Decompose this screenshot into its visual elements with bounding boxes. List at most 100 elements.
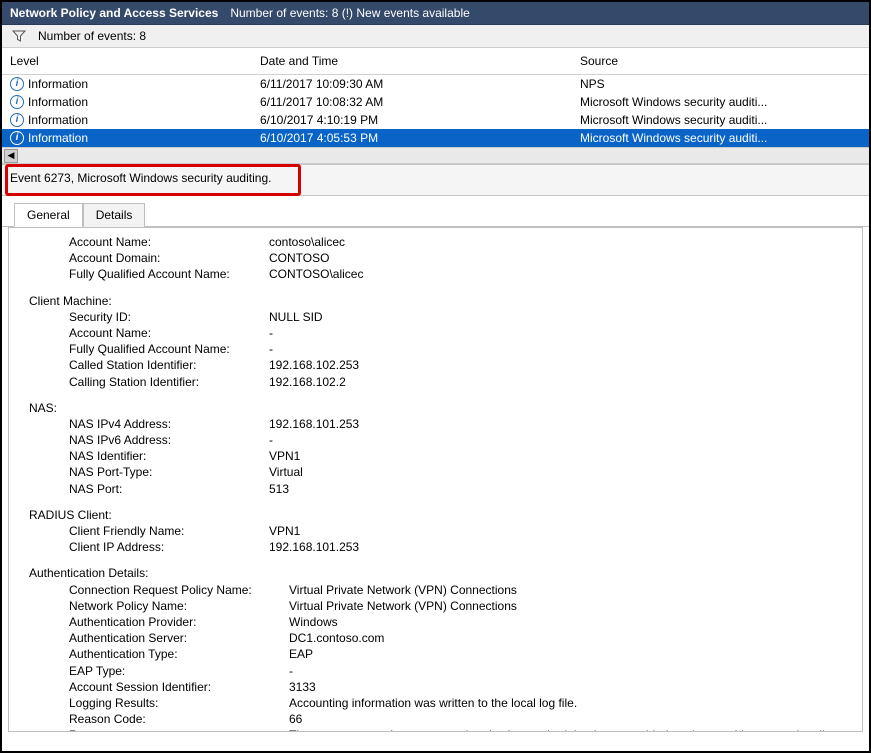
detail-row: Connection Request Policy Name:Virtual P… <box>29 582 842 598</box>
detail-row: Network Policy Name:Virtual Private Netw… <box>29 598 842 614</box>
detail-row: Client IP Address:192.168.101.253 <box>29 539 842 555</box>
col-header-level[interactable]: Level <box>10 54 260 68</box>
detail-key: EAP Type: <box>69 663 289 679</box>
detail-row: Account Name:- <box>29 325 842 341</box>
detail-value: DC1.contoso.com <box>289 630 842 646</box>
detail-row: Security ID:NULL SID <box>29 309 842 325</box>
detail-row: NAS IPv6 Address:- <box>29 432 842 448</box>
detail-row: Authentication Server:DC1.contoso.com <box>29 630 842 646</box>
detail-key: Client Friendly Name: <box>69 523 269 539</box>
detail-row: Fully Qualified Account Name:CONTOSO\ali… <box>29 266 842 282</box>
section-auth: Authentication Details: <box>29 565 842 581</box>
detail-key: Authentication Server: <box>69 630 289 646</box>
detail-key: Logging Results: <box>69 695 289 711</box>
detail-row: Client Friendly Name:VPN1 <box>29 523 842 539</box>
detail-row: NAS Identifier:VPN1 <box>29 448 842 464</box>
detail-row: Account Domain:CONTOSO <box>29 250 842 266</box>
detail-key: NAS Port: <box>69 481 269 497</box>
detail-key: Account Domain: <box>69 250 269 266</box>
cell-source: Microsoft Windows security auditi... <box>580 95 861 109</box>
events-grid: Level Date and Time Source iInformation6… <box>2 48 869 164</box>
detail-value: EAP <box>289 646 842 662</box>
detail-row: Reason:The user attempted to use an auth… <box>29 727 842 732</box>
section-nas: NAS: <box>29 400 842 416</box>
section-radius: RADIUS Client: <box>29 507 842 523</box>
info-icon: i <box>10 77 24 91</box>
cell-source: NPS <box>580 77 861 91</box>
horizontal-scrollbar[interactable]: ◀ <box>2 147 869 163</box>
detail-row: Called Station Identifier:192.168.102.25… <box>29 357 842 373</box>
cell-source: Microsoft Windows security auditi... <box>580 131 861 145</box>
detail-key: Account Name: <box>69 234 269 250</box>
table-row[interactable]: i Information 6/11/2017 10:09:30 AMNPS <box>2 75 869 93</box>
title-bar: Network Policy and Access Services Numbe… <box>2 2 869 25</box>
table-row[interactable]: iInformation6/11/2017 10:08:32 AMMicroso… <box>2 93 869 111</box>
detail-value: Virtual <box>269 464 842 480</box>
detail-value: Virtual Private Network (VPN) Connection… <box>289 582 842 598</box>
cell-date: 6/11/2017 10:09:30 AM <box>260 77 580 91</box>
event-details-pane[interactable]: Account Name:contoso\alicecAccount Domai… <box>8 227 863 732</box>
detail-row: Account Name:contoso\alicec <box>29 234 842 250</box>
detail-value: 513 <box>269 481 842 497</box>
cell-level: Information <box>28 77 88 91</box>
event-count-label: Number of events: 8 <box>38 29 146 43</box>
detail-value: - <box>269 432 842 448</box>
detail-key: Fully Qualified Account Name: <box>69 341 269 357</box>
detail-row: Reason Code:66 <box>29 711 842 727</box>
col-header-source[interactable]: Source <box>580 54 861 68</box>
tab-details[interactable]: Details <box>83 203 146 227</box>
detail-key: Connection Request Policy Name: <box>69 582 289 598</box>
detail-row: Fully Qualified Account Name:- <box>29 341 842 357</box>
event-caption-bar: Event 6273, Microsoft Windows security a… <box>2 164 869 196</box>
cell-source: Microsoft Windows security auditi... <box>580 113 861 127</box>
detail-value: VPN1 <box>269 523 842 539</box>
detail-key: Reason Code: <box>69 711 289 727</box>
detail-key: Account Name: <box>69 325 269 341</box>
cell-date: 6/10/2017 4:05:53 PM <box>260 131 580 145</box>
detail-row: EAP Type:- <box>29 663 842 679</box>
detail-row: NAS Port:513 <box>29 481 842 497</box>
cell-date: 6/11/2017 10:08:32 AM <box>260 95 580 109</box>
cell-level: Information <box>28 95 88 109</box>
detail-value: - <box>289 663 842 679</box>
detail-value: NULL SID <box>269 309 842 325</box>
tab-strip: General Details <box>2 202 869 227</box>
cell-level: Information <box>28 113 88 127</box>
filter-icon[interactable] <box>12 29 26 43</box>
grid-header: Level Date and Time Source <box>2 48 869 75</box>
app-title: Network Policy and Access Services <box>10 6 218 20</box>
detail-key: Authentication Type: <box>69 646 289 662</box>
detail-key: Reason: <box>69 727 289 732</box>
detail-key: Network Policy Name: <box>69 598 289 614</box>
detail-key: NAS Identifier: <box>69 448 269 464</box>
detail-value: Virtual Private Network (VPN) Connection… <box>289 598 842 614</box>
detail-row: Authentication Type:EAP <box>29 646 842 662</box>
detail-key: Authentication Provider: <box>69 614 289 630</box>
detail-value: Accounting information was written to th… <box>289 695 842 711</box>
detail-key: NAS Port-Type: <box>69 464 269 480</box>
detail-key: NAS IPv6 Address: <box>69 432 269 448</box>
detail-row: Account Session Identifier:3133 <box>29 679 842 695</box>
detail-value: 192.168.102.2 <box>269 374 842 390</box>
info-icon: i <box>10 131 24 145</box>
detail-key: Account Session Identifier: <box>69 679 289 695</box>
col-header-date[interactable]: Date and Time <box>260 54 580 68</box>
app-subtitle: Number of events: 8 (!) New events avail… <box>230 6 469 20</box>
detail-row: Authentication Provider:Windows <box>29 614 842 630</box>
detail-value: CONTOSO <box>269 250 842 266</box>
cell-date: 6/10/2017 4:10:19 PM <box>260 113 580 127</box>
table-row[interactable]: i Information 6/10/2017 4:10:19 PMMicrosof… <box>2 111 869 129</box>
detail-key: Fully Qualified Account Name: <box>69 266 269 282</box>
detail-value: - <box>269 341 842 357</box>
detail-value: contoso\alicec <box>269 234 842 250</box>
detail-row: Logging Results:Accounting information w… <box>29 695 842 711</box>
section-client-machine: Client Machine: <box>29 293 842 309</box>
scroll-left-icon[interactable]: ◀ <box>4 149 18 163</box>
detail-key: Called Station Identifier: <box>69 357 269 373</box>
detail-key: Client IP Address: <box>69 539 269 555</box>
table-row[interactable]: iInformation6/10/2017 4:05:53 PMMicrosof… <box>2 129 869 147</box>
detail-key: NAS IPv4 Address: <box>69 416 269 432</box>
detail-value: 192.168.101.253 <box>269 539 842 555</box>
tab-general[interactable]: General <box>14 203 83 227</box>
info-icon: i <box>10 113 24 127</box>
